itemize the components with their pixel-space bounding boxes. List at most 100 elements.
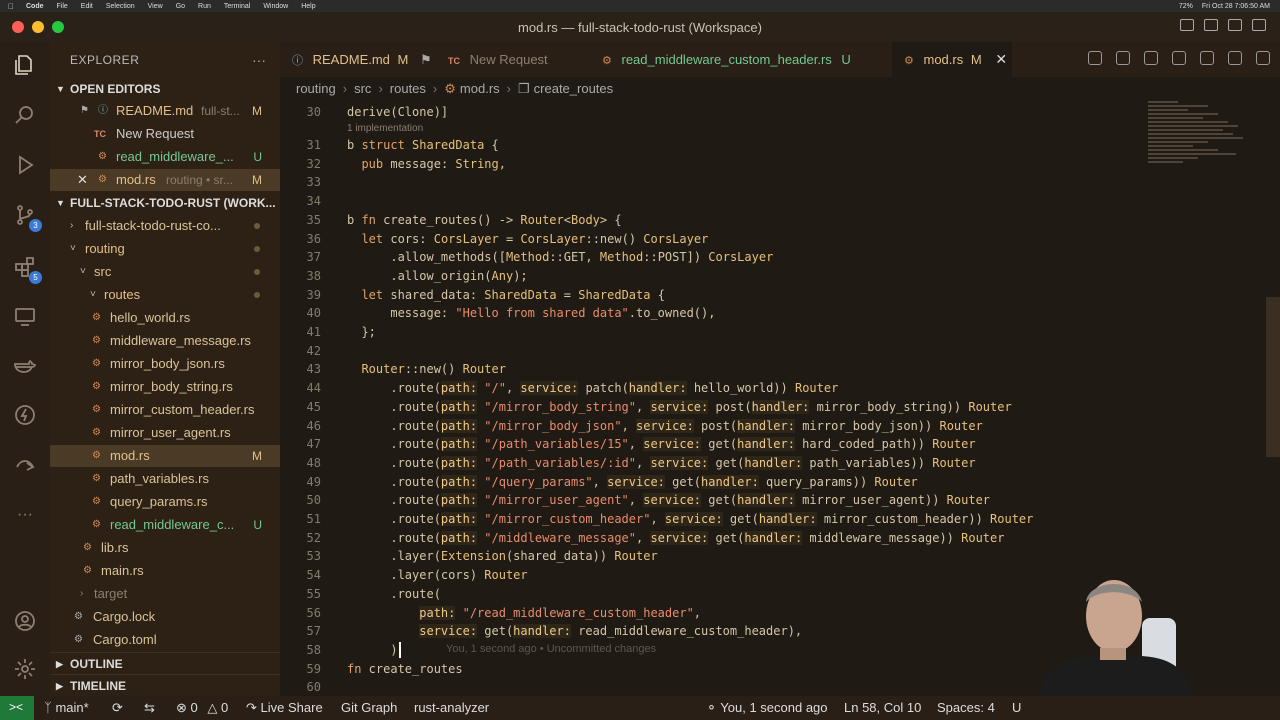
breadcrumb-item[interactable]: routing [296,81,336,96]
extensions-icon[interactable]: 5 [12,254,42,284]
git-blame-status[interactable]: ⚬ You, 1 second ago [706,696,828,720]
code-line[interactable]: .layer(Extension(shared_data)) Router [347,549,657,563]
toggle-sidebar-icon[interactable] [1180,19,1194,31]
code-line[interactable]: message: "Hello from shared data".to_own… [347,306,715,320]
code-line[interactable]: path: "/read_middleware_custom_header", [347,605,701,620]
code-line[interactable]: service: get(handler: read_middleware_cu… [347,624,802,639]
encoding-setting[interactable]: U [1012,696,1021,720]
tree-file[interactable]: ⚙ middleware_message.rs [50,330,280,352]
tree-file[interactable]: ⚙ Cargo.lock [50,606,280,628]
menu-edit[interactable]: Edit [81,3,93,10]
tree-file[interactable]: ⚙ mirror_body_json.rs [50,353,280,375]
sync-icon[interactable]: ⟳ [112,696,123,720]
code-line[interactable]: b fn create_routes() -> Router<Body> { [347,213,622,227]
open-editor-new-request[interactable]: TC New Request [50,123,280,145]
toggle-secondary-sidebar-icon[interactable] [1228,19,1242,31]
code-line[interactable]: derive(Clone)] [347,105,448,119]
more-actions-icon[interactable] [1256,51,1270,65]
code-line[interactable]: .route(path: "/path_variables/15", servi… [347,437,976,452]
code-line[interactable]: let shared_data: SharedData = SharedData… [347,288,664,302]
pin-icon[interactable]: ⚑ [80,100,89,122]
menu-view[interactable]: View [148,3,163,10]
tree-folder-target[interactable]: › target [50,583,280,605]
menu-file[interactable]: File [57,3,68,10]
code-line[interactable]: .route(path: "/mirror_custom_header", se… [347,512,1033,526]
indentation-setting[interactable]: Spaces: 4 [937,696,995,720]
tab-mod-rs[interactable]: ⚙ mod.rs M ✕ [892,42,1012,77]
code-line[interactable]: .route(path: "/query_params", service: g… [347,474,918,489]
code-line[interactable]: .route(path: "/", service: patch(handler… [347,381,838,396]
tree-file[interactable]: ⚙ query_params.rs [50,491,280,513]
tree-folder-routing[interactable]: ˅ routing [50,238,280,260]
breadcrumb-item[interactable]: src [354,81,371,96]
split-editor-icon[interactable] [1228,51,1242,65]
git-compare-icon[interactable]: ⇆ [144,696,155,720]
search-icon[interactable] [12,102,38,128]
compare-changes-icon[interactable] [1088,51,1102,65]
code-line[interactable]: b struct SharedData { [347,138,499,152]
minimize-window-button[interactable] [32,21,44,33]
live-share-icon[interactable] [12,452,38,478]
menu-window[interactable]: Window [263,3,288,10]
tree-file-mod-rs[interactable]: ⚙ mod.rs M [50,445,280,467]
code-line[interactable]: fn create_routes [347,662,463,676]
menu-app[interactable]: Code [26,3,44,10]
tab-new-request[interactable]: TC New Request [436,42,586,77]
battery-status[interactable]: 72% [1179,3,1193,10]
open-changes-icon[interactable] [1172,51,1186,65]
tree-folder-routes[interactable]: ˅ routes [50,284,280,306]
breadcrumb-item[interactable]: create_routes [534,81,614,96]
menu-selection[interactable]: Selection [106,3,135,10]
more-icon[interactable]: ··· [12,502,38,528]
close-tab-icon[interactable]: ✕ [995,51,1007,67]
tree-folder-src[interactable]: ˅ src [50,261,280,283]
run-debug-icon[interactable] [12,152,38,178]
code-line[interactable]: .route(path: "/mirror_body_json", servic… [347,418,983,433]
tree-file[interactable]: ⚙ lib.rs [50,537,280,559]
branch-indicator[interactable]: ᛉ main* [44,696,89,720]
breadcrumb-item[interactable]: routes [390,81,426,96]
problems-indicator[interactable]: ⊗ 0 △ 0 [176,696,228,720]
live-share-button[interactable]: ↷ Live Share [246,696,323,720]
remote-indicator[interactable]: >< [0,696,34,720]
go-forward-icon[interactable] [1144,51,1158,65]
tree-file[interactable]: ⚙ mirror_custom_header.rs [50,399,280,421]
close-icon[interactable]: ✕ [77,169,88,191]
code-line[interactable]: .route(path: "/mirror_body_string", serv… [347,399,1012,414]
tree-file[interactable]: ⚙ mirror_user_agent.rs [50,422,280,444]
explorer-icon[interactable] [12,52,38,78]
code-line[interactable]: .route(path: "/mirror_user_agent", servi… [347,493,990,508]
code-line[interactable]: }; [347,325,375,339]
menu-go[interactable]: Go [176,3,185,10]
menu-run[interactable]: Run [198,3,211,10]
toggle-panel-icon[interactable] [1204,19,1218,31]
zoom-window-button[interactable] [52,21,64,33]
customize-layout-icon[interactable] [1252,19,1266,31]
code-line[interactable]: .allow_methods([Method::GET, Method::POS… [347,250,773,264]
menu-help[interactable]: Help [301,3,315,10]
remote-explorer-icon[interactable] [12,304,38,330]
tree-file[interactable]: ⚙ path_variables.rs [50,468,280,490]
account-icon[interactable] [12,608,38,634]
tree-file[interactable]: ⚙ Cargo.toml [50,629,280,651]
codelens-implementations[interactable]: 1 implementation [347,123,423,134]
open-editor-readme[interactable]: ⚑ ⓘ README.md full-st... M [50,100,280,122]
source-control-icon[interactable]: 3 [12,202,42,232]
settings-gear-icon[interactable] [12,656,38,682]
code-line[interactable]: .route( [347,587,441,601]
cursor-position[interactable]: Ln 58, Col 10 [844,696,921,720]
timeline-header[interactable]: ▶ TIMELINE [50,674,280,696]
tree-file[interactable]: ⚙ hello_world.rs [50,307,280,329]
tree-folder[interactable]: › full-stack-todo-rust-co... [50,215,280,237]
outline-header[interactable]: ▶ OUTLINE [50,652,280,674]
code-line[interactable]: .layer(cors) Router [347,568,527,582]
vertical-scrollbar[interactable] [1266,297,1280,457]
code-line[interactable]: .allow_origin(Any); [347,269,527,283]
minimap[interactable] [1148,101,1248,221]
rust-analyzer-status[interactable]: rust-analyzer [414,696,489,720]
open-editor-mod-rs[interactable]: ✕ ⚙ mod.rs routing • sr... M [50,169,280,191]
menubar-clock[interactable]: Fri Oct 28 7:06:50 AM [1202,3,1270,10]
close-window-button[interactable] [12,21,24,33]
open-editor-read-middleware[interactable]: ⚙ read_middleware_... U [50,146,280,168]
tree-file[interactable]: ⚙ main.rs [50,560,280,582]
